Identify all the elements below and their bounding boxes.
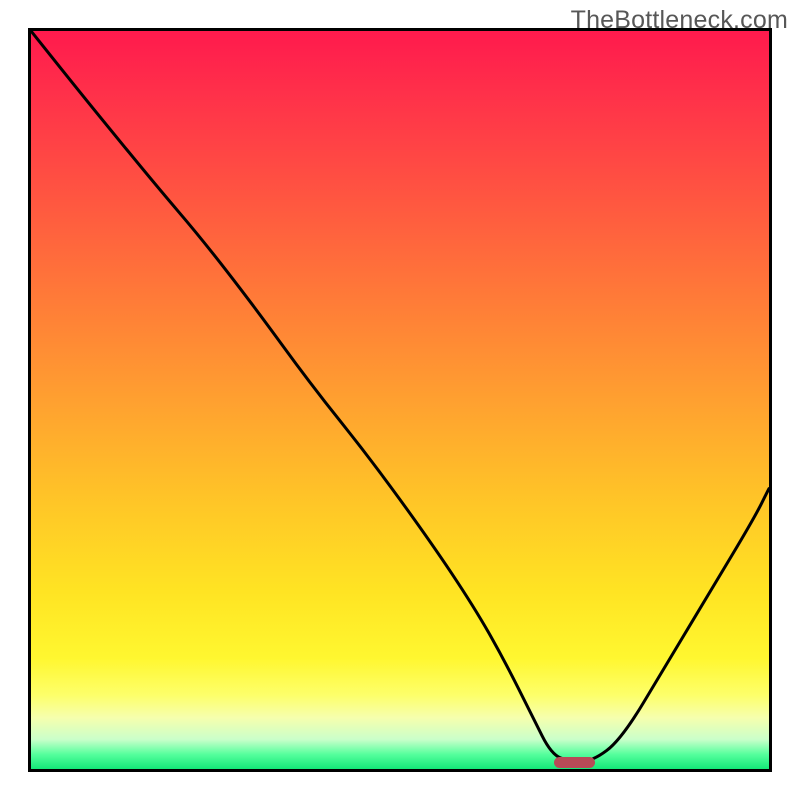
chart-canvas: TheBottleneck.com <box>0 0 800 800</box>
plot-area <box>28 28 772 772</box>
optimal-marker <box>554 757 595 768</box>
bottleneck-curve <box>31 31 769 769</box>
